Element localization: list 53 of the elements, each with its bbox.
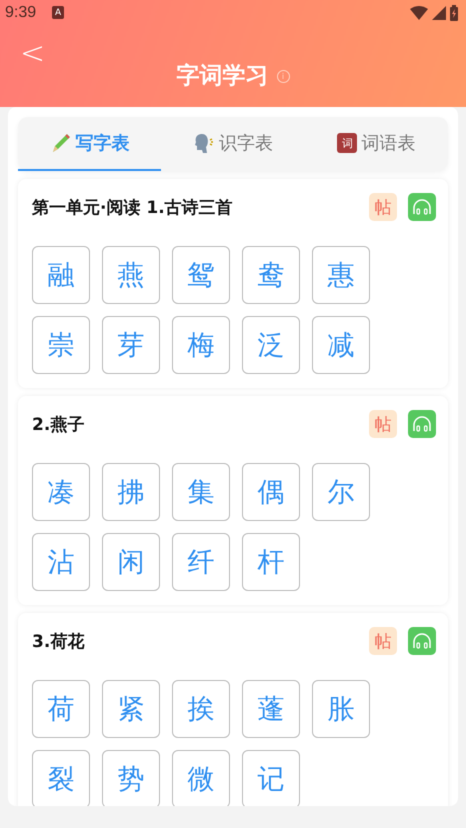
lesson-title: 3.荷花 — [32, 630, 84, 652]
signal-icon — [432, 6, 446, 20]
tab[interactable]: 词 词语表 — [304, 117, 448, 171]
headphones-button[interactable] — [408, 627, 436, 655]
headphones-icon — [412, 632, 432, 650]
tab[interactable]: 识字表 — [161, 117, 305, 171]
character-tile[interactable]: 荷 — [32, 680, 90, 738]
character-tile[interactable]: 势 — [102, 750, 160, 806]
character-tile[interactable]: 胀 — [312, 680, 370, 738]
character-tile[interactable]: 惠 — [312, 246, 370, 304]
speaking-head-icon — [192, 132, 215, 154]
character-tile[interactable]: 芽 — [102, 316, 160, 374]
character-tile[interactable]: 紧 — [102, 680, 160, 738]
back-button[interactable]: < — [20, 39, 46, 69]
status-time: 9:39 — [5, 4, 36, 22]
character-tile[interactable]: 泛 — [242, 316, 300, 374]
battery-icon — [450, 4, 458, 20]
info-icon[interactable]: i — [276, 70, 290, 83]
character-tile[interactable]: 融 — [32, 246, 90, 304]
character-tile[interactable]: 蓬 — [242, 680, 300, 738]
character-tile[interactable]: 减 — [312, 316, 370, 374]
headphones-button[interactable] — [408, 193, 436, 221]
character-tile[interactable]: 燕 — [102, 246, 160, 304]
character-tile[interactable]: 杆 — [242, 533, 300, 591]
word-book-icon: 词 — [337, 133, 358, 153]
character-tile[interactable]: 凑 — [32, 463, 90, 521]
character-tile[interactable]: 挨 — [172, 680, 230, 738]
tab[interactable]: 写字表 — [18, 117, 162, 171]
character-tile[interactable]: 集 — [172, 463, 230, 521]
lesson-title: 第一单元·阅读 1.古诗三首 — [32, 196, 233, 218]
headphones-icon — [412, 415, 432, 433]
page-title: 字词学习 — [176, 62, 268, 91]
headphones-button[interactable] — [408, 410, 436, 438]
character-tile[interactable]: 崇 — [32, 316, 90, 374]
copybook-button[interactable]: 帖 — [369, 193, 397, 221]
character-tile[interactable]: 尔 — [312, 463, 370, 521]
character-tile[interactable]: 鸯 — [242, 246, 300, 304]
character-tile[interactable]: 裂 — [32, 750, 90, 806]
character-tile[interactable]: 记 — [242, 750, 300, 806]
copybook-button[interactable]: 帖 — [369, 627, 397, 655]
lesson-title: 2.燕子 — [32, 414, 84, 436]
copybook-button[interactable]: 帖 — [369, 410, 397, 438]
character-tile[interactable]: 鸳 — [172, 246, 230, 304]
headphones-icon — [412, 198, 432, 216]
character-tile[interactable]: 微 — [172, 750, 230, 806]
character-tile[interactable]: 闲 — [102, 533, 160, 591]
character-tile[interactable]: 纤 — [172, 533, 230, 591]
character-tile[interactable]: 沾 — [32, 533, 90, 591]
wifi-icon — [410, 6, 428, 20]
character-tile[interactable]: 偶 — [242, 463, 300, 521]
character-tile[interactable]: 拂 — [102, 463, 160, 521]
character-tile[interactable]: 梅 — [172, 316, 230, 374]
notification-icon: A — [52, 6, 64, 19]
